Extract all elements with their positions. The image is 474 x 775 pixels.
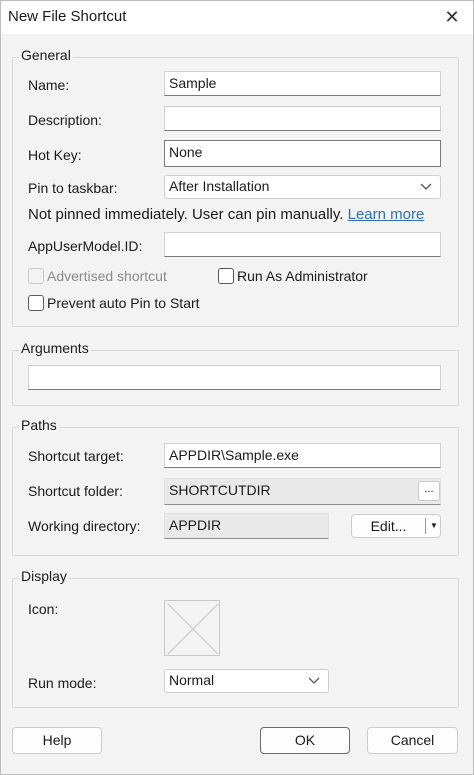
shortcut-folder-label: Shortcut folder:	[28, 483, 123, 499]
hotkey-input[interactable]: None	[164, 140, 441, 167]
run-mode-value: Normal	[169, 672, 215, 688]
split-divider	[425, 518, 426, 534]
pin-note: Not pinned immediately. User can pin man…	[28, 206, 424, 223]
close-icon[interactable]: ✕	[440, 6, 464, 28]
paths-group-title: Paths	[19, 417, 59, 433]
title-bar: New File Shortcut ✕	[0, 0, 474, 34]
working-directory-label: Working directory:	[28, 518, 141, 534]
dropdown-arrow-icon[interactable]: ▼	[428, 515, 440, 537]
prevent-pin-checkbox[interactable]	[28, 295, 44, 311]
advertised-shortcut-label: Advertised shortcut	[47, 268, 167, 284]
browse-folder-button[interactable]: ...	[418, 481, 440, 501]
shortcut-folder-input: SHORTCUTDIR	[164, 478, 441, 505]
edit-split-button[interactable]: Edit... ▼	[351, 514, 441, 538]
help-button[interactable]: Help	[12, 727, 102, 754]
empty-icon	[167, 603, 219, 655]
appusermodel-label: AppUserModel.ID:	[28, 238, 143, 254]
edit-button[interactable]: Edit...	[352, 515, 425, 537]
arguments-input[interactable]	[28, 365, 441, 390]
window-title: New File Shortcut	[8, 8, 127, 25]
general-group-title: General	[19, 47, 73, 63]
shortcut-target-input[interactable]: APPDIR\Sample.exe	[164, 443, 441, 468]
prevent-pin-label: Prevent auto Pin to Start	[47, 295, 200, 311]
ok-button[interactable]: OK	[260, 727, 350, 754]
pin-select[interactable]: After Installation	[164, 175, 441, 199]
run-mode-label: Run mode:	[28, 675, 97, 691]
cancel-button[interactable]: Cancel	[367, 727, 458, 754]
chevron-down-icon	[420, 183, 432, 190]
arguments-group-title: Arguments	[19, 340, 91, 356]
description-input[interactable]	[164, 106, 441, 131]
run-as-admin-checkbox[interactable]	[218, 268, 234, 284]
hotkey-label: Hot Key:	[28, 147, 82, 163]
pin-note-text: Not pinned immediately. User can pin man…	[28, 206, 344, 223]
name-label: Name:	[28, 77, 70, 93]
appusermodel-input[interactable]	[164, 232, 441, 257]
working-directory-input: APPDIR	[164, 513, 329, 539]
pin-select-value: After Installation	[169, 178, 270, 194]
display-group-title: Display	[19, 568, 69, 584]
run-mode-select[interactable]: Normal	[164, 669, 329, 693]
advertised-shortcut-checkbox[interactable]	[28, 268, 44, 284]
icon-label: Icon:	[28, 601, 59, 617]
pin-label: Pin to taskbar:	[28, 180, 118, 196]
shortcut-target-label: Shortcut target:	[28, 448, 124, 464]
description-label: Description:	[28, 112, 102, 128]
shortcut-icon-preview[interactable]	[164, 600, 220, 656]
name-input[interactable]: Sample	[164, 71, 441, 96]
run-as-admin-label: Run As Administrator	[237, 268, 368, 284]
learn-more-link[interactable]: Learn more	[348, 206, 425, 223]
chevron-down-icon	[308, 677, 320, 684]
